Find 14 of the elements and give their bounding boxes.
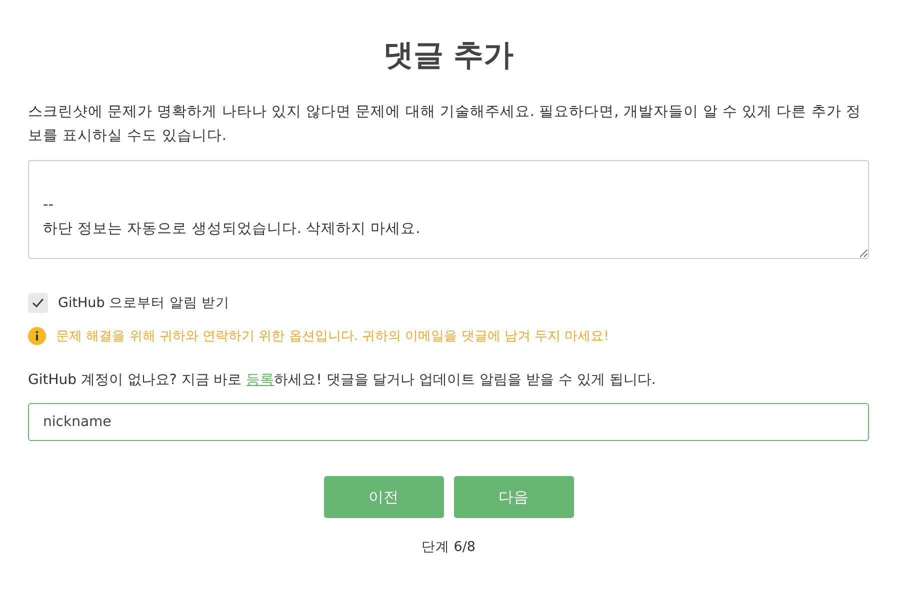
- previous-button[interactable]: 이전: [324, 476, 444, 518]
- notify-checkbox[interactable]: [28, 293, 48, 313]
- nickname-field[interactable]: nickname: [28, 403, 869, 441]
- comment-field[interactable]: -- 하단 정보는 자동으로 생성되었습니다. 삭제하지 마세요.: [28, 160, 869, 259]
- checkmark-icon: [31, 296, 45, 310]
- next-button[interactable]: 다음: [454, 476, 574, 518]
- checkbox-label: GitHub 으로부터 알림 받기: [58, 294, 230, 312]
- signup-text: GitHub 계정이 없나요? 지금 바로 등록하세요! 댓글을 달거나 업데이트 알림을 받을 수 있게 됩니다.: [28, 371, 657, 389]
- info-icon: [28, 327, 46, 345]
- signup-link[interactable]: 등록: [246, 372, 274, 388]
- step-indicator: 단계 6/8: [420, 538, 477, 556]
- description-text: 스크린샷에 문제가 명확하게 나타나 있지 않다면 문제에 대해 기술해주세요. 필요하다면, 개발자들이 알 수 있게 다른 추가 정보를 표시하실 수도 있습니다.: [28, 103, 862, 146]
- notice-text: 문제 해결을 위해 귀하와 연락하기 위한 옵션입니다. 귀하의 이메일을 댓글에 남겨 두지 마세요!: [56, 328, 609, 345]
- page-title: 댓글 추가: [382, 37, 515, 75]
